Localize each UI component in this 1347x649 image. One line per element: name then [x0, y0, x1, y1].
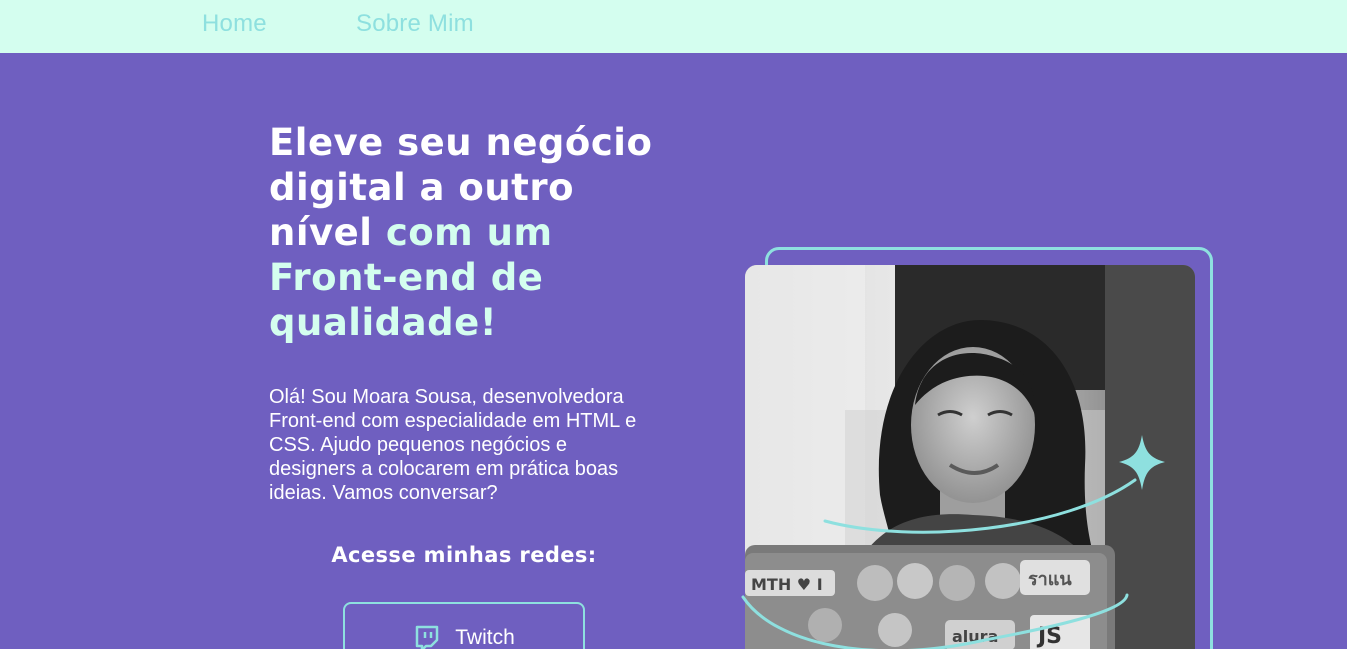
- top-nav: Home Sobre Mim: [0, 0, 1347, 53]
- intro-text: Olá! Sou Moara Sousa, desenvolvedora Fro…: [269, 386, 637, 504]
- hero-headline: Eleve seu negócio digital a outro nível …: [269, 120, 689, 345]
- sticker-js: JS: [1036, 624, 1062, 649]
- portrait-photo: MTH ♥ I ราแน JS alura: [745, 265, 1195, 649]
- twitch-button-label: Twitch: [455, 626, 515, 649]
- social-title: Acesse minhas redes:: [331, 543, 597, 567]
- sticker-mth: MTH ♥ I: [751, 575, 823, 594]
- nav-home-link[interactable]: Home: [202, 10, 267, 38]
- twitch-button[interactable]: Twitch: [343, 602, 585, 649]
- twitch-icon: [413, 625, 441, 649]
- sticker-alura-th: ราแน: [1028, 569, 1072, 590]
- nav-about-link[interactable]: Sobre Mim: [356, 10, 474, 38]
- sticker-alura: alura: [952, 627, 998, 646]
